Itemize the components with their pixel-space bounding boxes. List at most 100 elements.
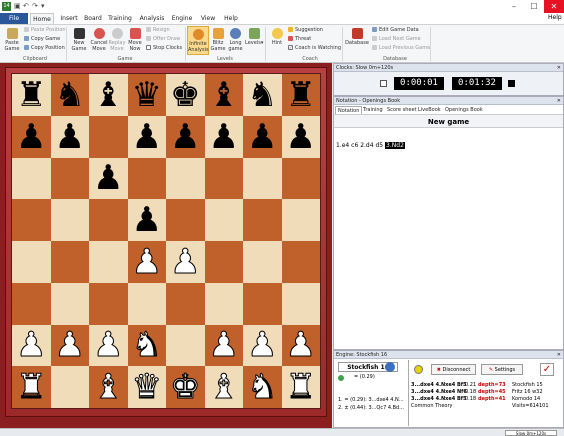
square-g3[interactable] bbox=[243, 282, 282, 325]
table-row[interactable]: 3...dxe4 4.Nxe4 Bf50.18 depth=41 Komodo 14 bbox=[411, 396, 563, 403]
tab-training[interactable]: Training bbox=[361, 106, 385, 114]
tab-training[interactable]: Training bbox=[106, 13, 134, 24]
black-pawn-icon[interactable]: ♟ bbox=[247, 120, 277, 154]
square-g4[interactable] bbox=[243, 241, 282, 283]
offer-draw-button[interactable]: Offer Draw bbox=[146, 36, 180, 43]
square-f2[interactable]: ♟ bbox=[204, 324, 243, 367]
white-pawn-icon[interactable]: ♟ bbox=[54, 328, 86, 363]
black-pawn-icon[interactable]: ♟ bbox=[286, 120, 316, 154]
square-f4[interactable] bbox=[204, 241, 243, 283]
black-pawn-icon[interactable]: ♟ bbox=[55, 120, 85, 154]
square-a5[interactable] bbox=[12, 199, 51, 241]
square-h8[interactable]: ♜ bbox=[281, 74, 320, 116]
square-c2[interactable]: ♟ bbox=[89, 324, 128, 367]
square-a3[interactable] bbox=[12, 282, 51, 325]
black-knight-icon[interactable]: ♞ bbox=[247, 78, 277, 112]
square-c1[interactable]: ♝ bbox=[89, 366, 128, 408]
black-knight-icon[interactable]: ♞ bbox=[55, 78, 85, 112]
square-b2[interactable]: ♟ bbox=[50, 324, 89, 367]
square-a6[interactable] bbox=[12, 157, 51, 200]
square-h3[interactable] bbox=[281, 282, 320, 325]
square-b4[interactable] bbox=[50, 241, 89, 283]
square-c6[interactable]: ♟ bbox=[89, 157, 128, 200]
help-link[interactable]: Help bbox=[548, 14, 562, 21]
white-bishop-icon[interactable]: ♝ bbox=[92, 370, 124, 405]
move[interactable]: c6 bbox=[351, 142, 358, 149]
square-h4[interactable] bbox=[281, 241, 320, 283]
black-pawn-icon[interactable]: ♟ bbox=[132, 203, 162, 237]
tab-help[interactable]: Help bbox=[221, 13, 241, 24]
square-a7[interactable]: ♟ bbox=[12, 115, 51, 158]
load-previous-game-button[interactable]: Load Previous Game bbox=[372, 45, 430, 52]
black-pawn-icon[interactable]: ♟ bbox=[170, 120, 200, 154]
square-b3[interactable] bbox=[50, 282, 89, 325]
black-bishop-icon[interactable]: ♝ bbox=[93, 78, 123, 112]
minimize-button[interactable]: – bbox=[504, 0, 524, 13]
tab-file[interactable]: File bbox=[0, 13, 28, 24]
copy-position-button[interactable]: Copy Position bbox=[24, 45, 65, 52]
close-button[interactable]: ✕ bbox=[544, 0, 564, 13]
square-g2[interactable]: ♟ bbox=[243, 324, 282, 367]
save-icon[interactable]: ▣ bbox=[14, 2, 21, 10]
white-pawn-icon[interactable]: ♟ bbox=[285, 328, 317, 363]
square-h6[interactable] bbox=[281, 157, 320, 200]
square-e1[interactable]: ♚ bbox=[166, 366, 205, 408]
black-rook-icon[interactable]: ♜ bbox=[286, 78, 316, 112]
table-row[interactable]: 3...dxe4 4.Nxe4 Bf50.21 depth=73 Stockfish… bbox=[411, 382, 563, 389]
square-g1[interactable]: ♞ bbox=[243, 366, 282, 408]
square-h1[interactable]: ♜ bbox=[281, 366, 320, 408]
square-d1[interactable]: ♛ bbox=[127, 366, 166, 408]
square-b8[interactable]: ♞ bbox=[50, 74, 89, 116]
white-pawn-icon[interactable]: ♟ bbox=[208, 328, 240, 363]
square-e4[interactable]: ♟ bbox=[166, 241, 205, 283]
white-knight-icon[interactable]: ♞ bbox=[246, 370, 278, 405]
square-g8[interactable]: ♞ bbox=[243, 74, 282, 116]
resign-button[interactable]: Resign bbox=[146, 27, 170, 34]
square-f3[interactable] bbox=[204, 282, 243, 325]
square-b6[interactable] bbox=[50, 157, 89, 200]
square-e8[interactable]: ♚ bbox=[166, 74, 205, 116]
square-a1[interactable]: ♜ bbox=[12, 366, 51, 408]
edit-game-data-button[interactable]: Edit Game Data bbox=[372, 27, 419, 34]
white-pawn-icon[interactable]: ♟ bbox=[92, 328, 124, 363]
tab-home[interactable]: Home bbox=[30, 13, 54, 24]
load-next-game-button[interactable]: Load Next Game bbox=[372, 36, 421, 43]
settings-button[interactable]: ✎ Settings bbox=[481, 364, 523, 375]
square-d7[interactable]: ♟ bbox=[127, 115, 166, 158]
square-f1[interactable]: ♝ bbox=[204, 366, 243, 408]
replay-move-button[interactable]: Replay Move bbox=[108, 28, 126, 52]
square-c4[interactable] bbox=[89, 241, 128, 283]
square-a4[interactable] bbox=[12, 241, 51, 283]
square-e6[interactable] bbox=[166, 157, 205, 200]
move[interactable]: 1.e4 bbox=[336, 142, 349, 149]
table-row[interactable]: 3...dxe4 4.Nxe4 Nf60.18 depth=45 Fritz 16 … bbox=[411, 389, 563, 396]
maximize-button[interactable]: ☐ bbox=[524, 0, 544, 13]
tab-notation[interactable]: Notation bbox=[335, 106, 363, 114]
cancel-move-button[interactable]: Cancel Move bbox=[90, 28, 108, 52]
threat-button[interactable]: Threat bbox=[288, 36, 311, 43]
white-rook-icon[interactable]: ♜ bbox=[15, 370, 47, 405]
tab-openings-book[interactable]: Openings Book bbox=[443, 106, 485, 114]
square-b7[interactable]: ♟ bbox=[50, 115, 89, 158]
black-pawn-icon[interactable]: ♟ bbox=[132, 120, 162, 154]
chess-board[interactable]: ♜ ♞ ♝ ♛ ♚ ♝ ♞ ♜ ♟ ♟ ♟ ♟ ♟ ♟ ♟ ♟ ♟ ♟ ♟ ♟ ♟ ♟ ♞ ♟ ♟ ♟ ♜ ♝ ♛ ♚ ♝ ♞ ♜ bbox=[11, 73, 321, 409]
square-d2[interactable]: ♞ bbox=[127, 324, 166, 367]
tab-board[interactable]: Board bbox=[82, 13, 104, 24]
square-d5[interactable]: ♟ bbox=[127, 199, 166, 241]
white-pawn-icon[interactable]: ♟ bbox=[246, 328, 278, 363]
suggestion-button[interactable]: Suggestion bbox=[288, 27, 323, 34]
black-bishop-icon[interactable]: ♝ bbox=[209, 78, 239, 112]
square-b5[interactable] bbox=[50, 199, 89, 241]
white-king-icon[interactable]: ♚ bbox=[169, 370, 201, 405]
tab-insert[interactable]: Insert bbox=[58, 13, 80, 24]
paste-game-button[interactable]: Paste Game bbox=[3, 28, 21, 52]
long-game-button[interactable]: Long game bbox=[227, 28, 244, 52]
square-f7[interactable]: ♟ bbox=[204, 115, 243, 158]
square-a2[interactable]: ♟ bbox=[12, 324, 51, 367]
current-move[interactable]: 3.Nd2 bbox=[385, 142, 405, 149]
square-g6[interactable] bbox=[243, 157, 282, 200]
square-h7[interactable]: ♟ bbox=[281, 115, 320, 158]
square-e5[interactable] bbox=[166, 199, 205, 241]
square-e2[interactable] bbox=[166, 324, 205, 367]
black-king-icon[interactable]: ♚ bbox=[170, 78, 200, 112]
